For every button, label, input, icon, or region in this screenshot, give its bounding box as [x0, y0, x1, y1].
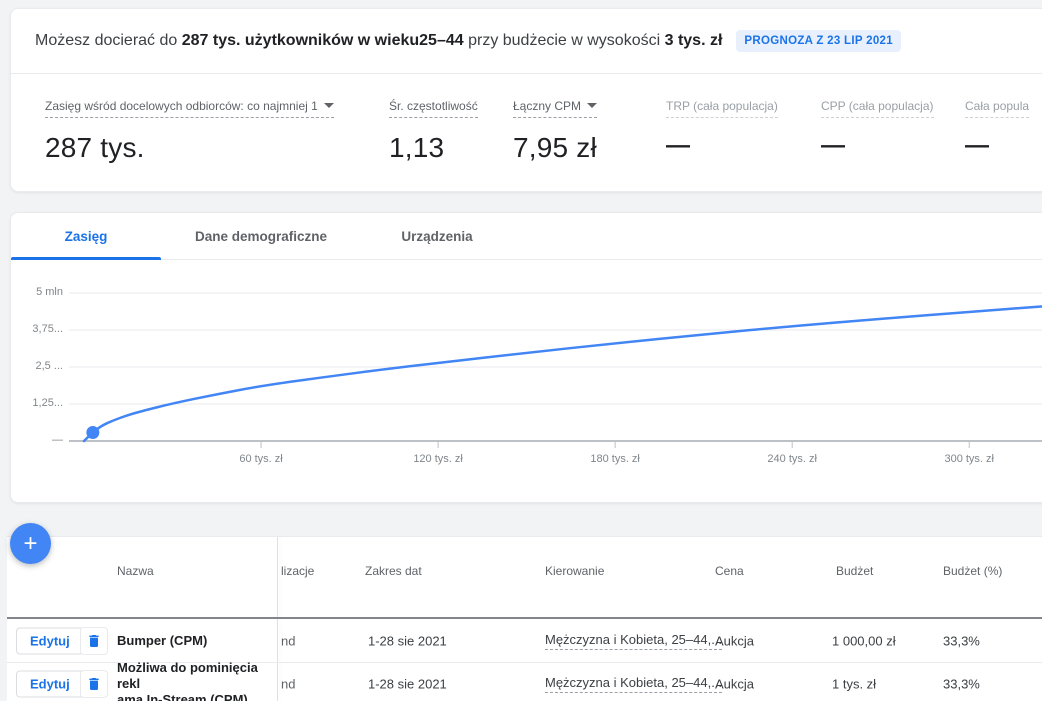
y-tick-label: 5 mln	[11, 286, 63, 298]
table-row: Edytuj Bumper (CPM) nd 1-28 sie 2021 Męż…	[7, 619, 1042, 662]
y-tick-label: 2,5 ...	[11, 360, 63, 372]
x-tick-label: 180 tys. zł	[560, 453, 670, 465]
chevron-down-icon	[587, 103, 597, 108]
forecast-headline: Możesz docierać do 287 tys. użytkowników…	[35, 29, 722, 53]
forecast-date-badge: PROGNOZA Z 23 LIP 2021	[736, 30, 900, 52]
line-item-targeting[interactable]: Mężczyzna i Kobieta, 25–44,...	[545, 675, 722, 693]
column-header-budget: Budżet	[836, 564, 873, 578]
edit-button[interactable]: Edytuj	[16, 671, 84, 698]
line-item-locations: nd	[281, 677, 295, 692]
column-header-locations: lizacje	[281, 564, 314, 578]
metric-reach: Zasięg wśród docelowych odbiorców: co na…	[45, 97, 334, 164]
delete-button[interactable]	[80, 627, 108, 655]
edit-button[interactable]: Edytuj	[16, 627, 84, 654]
metric-trp: TRP (cała populacja) —	[666, 97, 778, 160]
metric-trp-value: —	[666, 132, 778, 160]
card-divider	[11, 73, 1042, 74]
chevron-down-icon	[324, 103, 334, 108]
add-line-item-button[interactable]: +	[10, 523, 51, 564]
y-tick-label: 1,25...	[11, 397, 63, 409]
metric-frequency-label: Śr. częstotliwość	[389, 99, 478, 118]
metric-cpm: Łączny CPM 7,95 zł	[513, 97, 597, 164]
column-header-budget-pct: Budżet (%)	[943, 564, 1002, 578]
metric-frequency-value: 1,13	[389, 132, 478, 164]
line-items-table: Nazwa lizacje Zakres dat Kierowanie Cena…	[7, 536, 1042, 701]
line-item-name: Możliwa do pominięcia rekl ama In-Stream…	[117, 660, 267, 701]
line-item-budget: 1 000,00 zł	[832, 633, 896, 648]
line-item-budget-pct: 33,3%	[943, 677, 980, 692]
table-row: Edytuj Możliwa do pominięcia rekl ama In…	[7, 662, 1042, 701]
metric-cpp-label: CPP (cała populacja)	[821, 99, 934, 118]
forecast-summary-card: Możesz docierać do 287 tys. użytkowników…	[10, 8, 1042, 192]
line-item-budget-pct: 33,3%	[943, 633, 980, 648]
reach-chart-card: Zasięg Dane demograficzne Urządzenia 5 m…	[10, 212, 1042, 503]
budget-marker-dot[interactable]	[86, 426, 99, 439]
metric-trp-label: TRP (cała populacja)	[666, 99, 778, 118]
line-item-locations: nd	[281, 633, 295, 648]
line-item-price: Aukcja	[715, 677, 754, 692]
metric-label: Zasięg wśród docelowych odbiorców: co na…	[45, 99, 318, 113]
metric-population-value: —	[965, 132, 1029, 160]
headline-budget-value: 3 tys. zł	[665, 32, 723, 49]
headline-reach-value: 287 tys. użytkowników w wieku25–44	[182, 32, 464, 49]
line-item-price: Aukcja	[715, 633, 754, 648]
metric-cpp-value: —	[821, 132, 934, 160]
column-header-dates: Zakres dat	[365, 564, 422, 578]
x-tick-label: 300 tys. zł	[914, 453, 1024, 465]
line-item-dates: 1-28 sie 2021	[368, 633, 447, 648]
column-header-price: Cena	[715, 564, 744, 578]
metric-cpm-value: 7,95 zł	[513, 132, 597, 164]
line-item-targeting[interactable]: Mężczyzna i Kobieta, 25–44,...	[545, 632, 722, 650]
line-item-dates: 1-28 sie 2021	[368, 677, 447, 692]
line-item-name: Bumper (CPM)	[117, 633, 267, 649]
x-tick-label: 60 tys. zł	[206, 453, 316, 465]
metric-label: Łączny CPM	[513, 99, 581, 113]
reach-curve	[84, 306, 1042, 441]
trash-icon	[86, 633, 102, 649]
metric-cpp: CPP (cała populacja) —	[821, 97, 934, 160]
forecast-headline-row: Możesz docierać do 287 tys. użytkowników…	[35, 29, 1033, 53]
line-item-budget: 1 tys. zł	[832, 677, 876, 692]
metric-population-label: Cała popula	[965, 99, 1029, 118]
headline-text: Możesz docierać do	[35, 32, 182, 49]
reach-curve-chart	[11, 213, 1042, 502]
metric-reach-label-dropdown[interactable]: Zasięg wśród docelowych odbiorców: co na…	[45, 99, 334, 118]
trash-icon	[86, 676, 102, 692]
metric-frequency: Śr. częstotliwość 1,13	[389, 97, 478, 164]
metric-cpm-label-dropdown[interactable]: Łączny CPM	[513, 99, 597, 118]
headline-text: przy budżecie w wysokości	[464, 32, 665, 49]
x-tick-label: 120 tys. zł	[383, 453, 493, 465]
y-tick-label: —	[11, 434, 63, 446]
add-icon: +	[23, 530, 37, 558]
column-header-name: Nazwa	[117, 564, 154, 578]
delete-button[interactable]	[80, 670, 108, 698]
metric-population: Cała popula —	[965, 97, 1029, 160]
metric-reach-value: 287 tys.	[45, 132, 334, 164]
x-tick-label: 240 tys. zł	[737, 453, 847, 465]
column-header-targeting: Kierowanie	[545, 564, 604, 578]
y-tick-label: 3,75...	[11, 323, 63, 335]
